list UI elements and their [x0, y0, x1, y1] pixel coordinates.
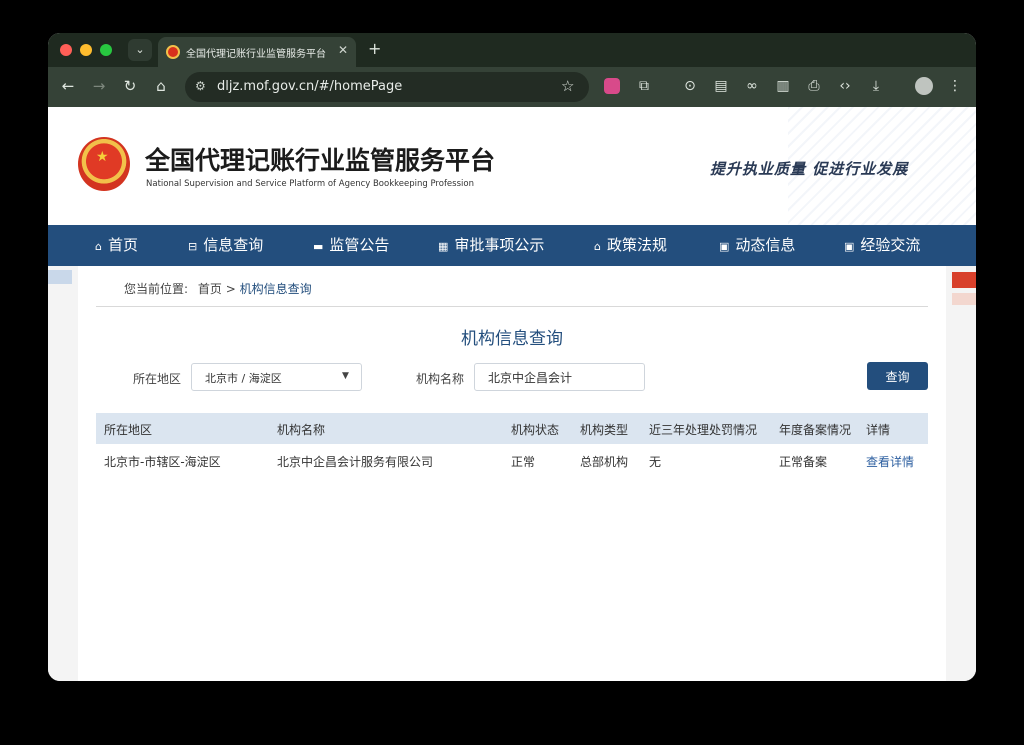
org-name-input[interactable]: [474, 363, 645, 391]
col-header-name: 机构名称: [277, 423, 326, 437]
cell-status: 正常: [511, 455, 536, 469]
zoom-window-button[interactable]: [100, 44, 112, 56]
chevron-down-icon: ▼: [342, 371, 349, 381]
screenshot-icon[interactable]: ⊙: [681, 78, 699, 94]
org-name-label: 机构名称: [416, 372, 465, 386]
nav-item-news[interactable]: ▣ 动态信息: [719, 225, 795, 266]
nav-item-announcements[interactable]: ▬ 监管公告: [313, 225, 389, 266]
col-header-detail: 详情: [866, 423, 891, 437]
page-title: 机构信息查询: [461, 329, 563, 349]
reader-icon[interactable]: ▤: [712, 78, 730, 94]
region-label: 所在地区: [133, 372, 182, 386]
extension-icon[interactable]: [604, 78, 620, 94]
browser-toolbar: ← → ↻ ⌂ ⚙ dljz.mof.gov.cn/#/homePage ☆ ⧉…: [48, 67, 976, 107]
info-icon: ⊟: [188, 240, 198, 253]
nav-label: 审批事项公示: [454, 236, 545, 254]
back-arrow-icon[interactable]: ←: [58, 77, 78, 95]
nav-label: 监管公告: [329, 236, 390, 254]
site-subtitle: National Supervision and Service Platfor…: [146, 179, 474, 189]
col-header-region: 所在地区: [104, 423, 153, 437]
nav-label: 动态信息: [735, 236, 796, 254]
browser-window: ⌄ 全国代理记账行业监管服务平台 ✕ + ← → ↻ ⌂ ⚙ dljz.mof.…: [48, 33, 976, 681]
tab-close-icon[interactable]: ✕: [338, 43, 348, 57]
tab-title: 全国代理记账行业监管服务平台: [186, 49, 326, 60]
main-content: 您当前位置: 首页 > 机构信息查询 机构信息查询 所在地区 北京市 / 海淀区…: [78, 266, 946, 681]
link-icon[interactable]: ∞: [743, 78, 761, 94]
breadcrumb: 您当前位置: 首页 > 机构信息查询: [124, 280, 312, 297]
cell-penalty: 无: [649, 455, 662, 469]
site-slogan: 提升执业质量 促进行业发展: [710, 160, 909, 178]
nav-label: 首页: [107, 236, 138, 254]
address-bar[interactable]: ⚙ dljz.mof.gov.cn/#/homePage ☆: [185, 72, 589, 102]
building-icon: ⌂: [594, 240, 601, 253]
breadcrumb-prefix: 您当前位置:: [124, 282, 189, 296]
nav-label: 信息查询: [203, 236, 264, 254]
side-float-banner-small[interactable]: [952, 293, 976, 305]
region-select[interactable]: 北京市 / 海淀区 ▼: [191, 363, 362, 391]
region-select-value: 北京市 / 海淀区: [205, 372, 282, 385]
nav-item-exchange[interactable]: ▣ 经验交流: [844, 225, 920, 266]
table-header: 所在地区 机构名称 机构状态 机构类型 近三年处理处罚情况 年度备案情况 详情: [96, 413, 928, 444]
nav-item-home[interactable]: ⌂ 首页: [95, 225, 138, 266]
nav-item-policies[interactable]: ⌂ 政策法规: [594, 225, 667, 266]
breadcrumb-current: 机构信息查询: [239, 282, 312, 296]
close-window-button[interactable]: [60, 44, 72, 56]
nav-label: 经验交流: [860, 236, 921, 254]
breadcrumb-separator: >: [225, 282, 236, 296]
bookmark-star-icon[interactable]: ☆: [561, 77, 574, 95]
news-icon: ▣: [719, 240, 730, 253]
national-emblem-icon: [78, 137, 130, 191]
site-title: 全国代理记账行业监管服务平台: [145, 146, 496, 175]
main-nav: ⌂ 首页 ⊟ 信息查询 ▬ 监管公告 ▦ 审批事项公示 ⌂ 政策法规 ▣ 动态信息 ▣ 经验交…: [48, 225, 976, 266]
col-header-status: 机构状态: [511, 423, 560, 437]
query-button[interactable]: 查询: [867, 362, 928, 390]
emblem-favicon-icon: [166, 45, 180, 59]
site-settings-icon[interactable]: ⚙: [195, 79, 206, 93]
minimize-window-button[interactable]: [80, 44, 92, 56]
col-header-filing: 年度备案情况: [779, 423, 852, 437]
reading-mode-icon[interactable]: ▥: [774, 78, 792, 94]
browser-tab[interactable]: 全国代理记账行业监管服务平台 ✕: [158, 37, 356, 67]
chat-icon: ▣: [844, 240, 855, 253]
puzzle-extensions-icon[interactable]: ⧉: [635, 78, 653, 94]
reload-icon[interactable]: ↻: [120, 77, 140, 95]
tab-strip: ⌄ 全国代理记账行业监管服务平台 ✕ +: [48, 33, 976, 67]
col-header-penalty: 近三年处理处罚情况: [649, 423, 758, 437]
web-page: 全国代理记账行业监管服务平台 National Supervision and …: [48, 107, 976, 681]
side-float-banner[interactable]: [952, 272, 976, 288]
home-icon: ⌂: [95, 240, 102, 253]
site-header: 全国代理记账行业监管服务平台 National Supervision and …: [48, 107, 976, 225]
home-icon[interactable]: ⌂: [151, 77, 171, 95]
view-detail-link[interactable]: 查看详情: [866, 453, 914, 470]
address-url: dljz.mof.gov.cn/#/homePage: [217, 79, 403, 94]
table-row: 北京市-市辖区-海淀区 北京中企昌会计服务有限公司 正常 总部机构 无 正常备案…: [96, 444, 928, 475]
new-tab-plus-icon[interactable]: +: [368, 39, 381, 58]
nav-item-approvals[interactable]: ▦ 审批事项公示: [438, 225, 544, 266]
menu-dots-icon[interactable]: ⋮: [946, 78, 964, 94]
tab-search-chevron-icon[interactable]: ⌄: [128, 39, 152, 61]
col-header-type: 机构类型: [580, 423, 629, 437]
cell-region: 北京市-市辖区-海淀区: [104, 455, 221, 469]
nav-label: 政策法规: [606, 236, 667, 254]
forward-arrow-icon[interactable]: →: [89, 77, 109, 95]
cell-type: 总部机构: [580, 455, 629, 469]
nav-item-info-query[interactable]: ⊟ 信息查询: [188, 225, 263, 266]
download-icon[interactable]: ⤓: [867, 78, 885, 94]
cell-name: 北京中企昌会计服务有限公司: [277, 455, 434, 469]
cell-filing: 正常备案: [779, 455, 828, 469]
profile-avatar[interactable]: [915, 77, 933, 95]
monitor-icon: ▬: [313, 240, 324, 253]
grid-icon: ▦: [438, 240, 449, 253]
divider: [96, 306, 928, 307]
code-icon[interactable]: ‹›: [836, 78, 854, 94]
breadcrumb-home[interactable]: 首页: [198, 282, 222, 296]
side-float-left[interactable]: [48, 270, 72, 284]
print-icon[interactable]: ⎙: [805, 78, 823, 94]
